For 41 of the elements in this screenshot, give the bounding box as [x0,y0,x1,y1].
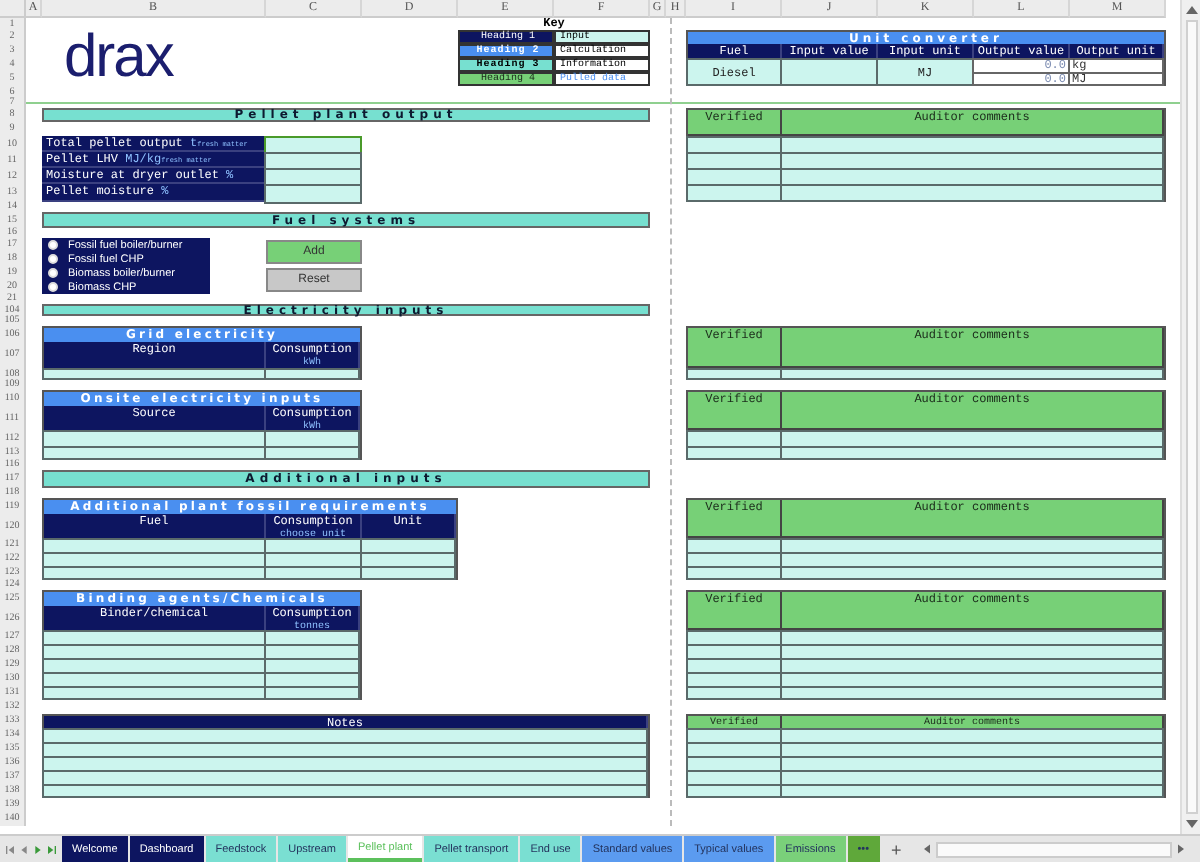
logo: drax [62,28,173,88]
input-cell[interactable] [42,368,266,380]
previous-sheet-icon[interactable] [20,845,28,854]
input-cell[interactable] [264,184,362,204]
input-cell[interactable] [780,368,1164,380]
add-sheet-button[interactable]: + [881,836,912,862]
input-cell[interactable] [42,686,266,700]
input-cell[interactable] [264,446,360,460]
vertical-scrollbar[interactable] [1180,0,1200,835]
radio-button[interactable] [48,240,58,250]
input-cell[interactable] [780,566,1164,580]
radio-button[interactable] [48,282,58,292]
input-cell[interactable] [780,184,1164,202]
input-cell[interactable] [780,784,1164,798]
radio-button[interactable] [48,254,58,264]
input-cell[interactable] [264,368,360,380]
input-cell[interactable] [686,686,782,700]
scrollbar-thumb[interactable] [935,841,1172,858]
input-cell[interactable] [686,368,782,380]
radio-button[interactable] [48,268,58,278]
input-cell[interactable] [780,686,1164,700]
input-cell[interactable] [42,566,266,580]
scroll-down-icon[interactable] [1185,820,1197,829]
input-value-cell[interactable] [780,58,878,86]
input-cell[interactable] [686,184,782,202]
input-cell[interactable] [686,446,782,460]
input-cell[interactable] [264,566,362,580]
notes-input-cell[interactable] [42,784,648,798]
next-sheet-icon[interactable] [34,845,42,854]
input-cell[interactable] [780,446,1164,460]
input-cell[interactable] [686,784,782,798]
first-sheet-icon[interactable] [6,845,14,854]
input-cell[interactable] [360,566,456,580]
input-cell[interactable] [686,566,782,580]
input-cell[interactable] [42,446,266,460]
scroll-up-icon[interactable] [1185,6,1197,14]
scroll-right-icon[interactable] [1178,844,1184,855]
scrollbar-thumb[interactable] [1185,20,1197,815]
scroll-left-icon[interactable] [923,844,930,855]
last-sheet-icon[interactable] [48,845,56,854]
input-cell[interactable] [264,686,360,700]
